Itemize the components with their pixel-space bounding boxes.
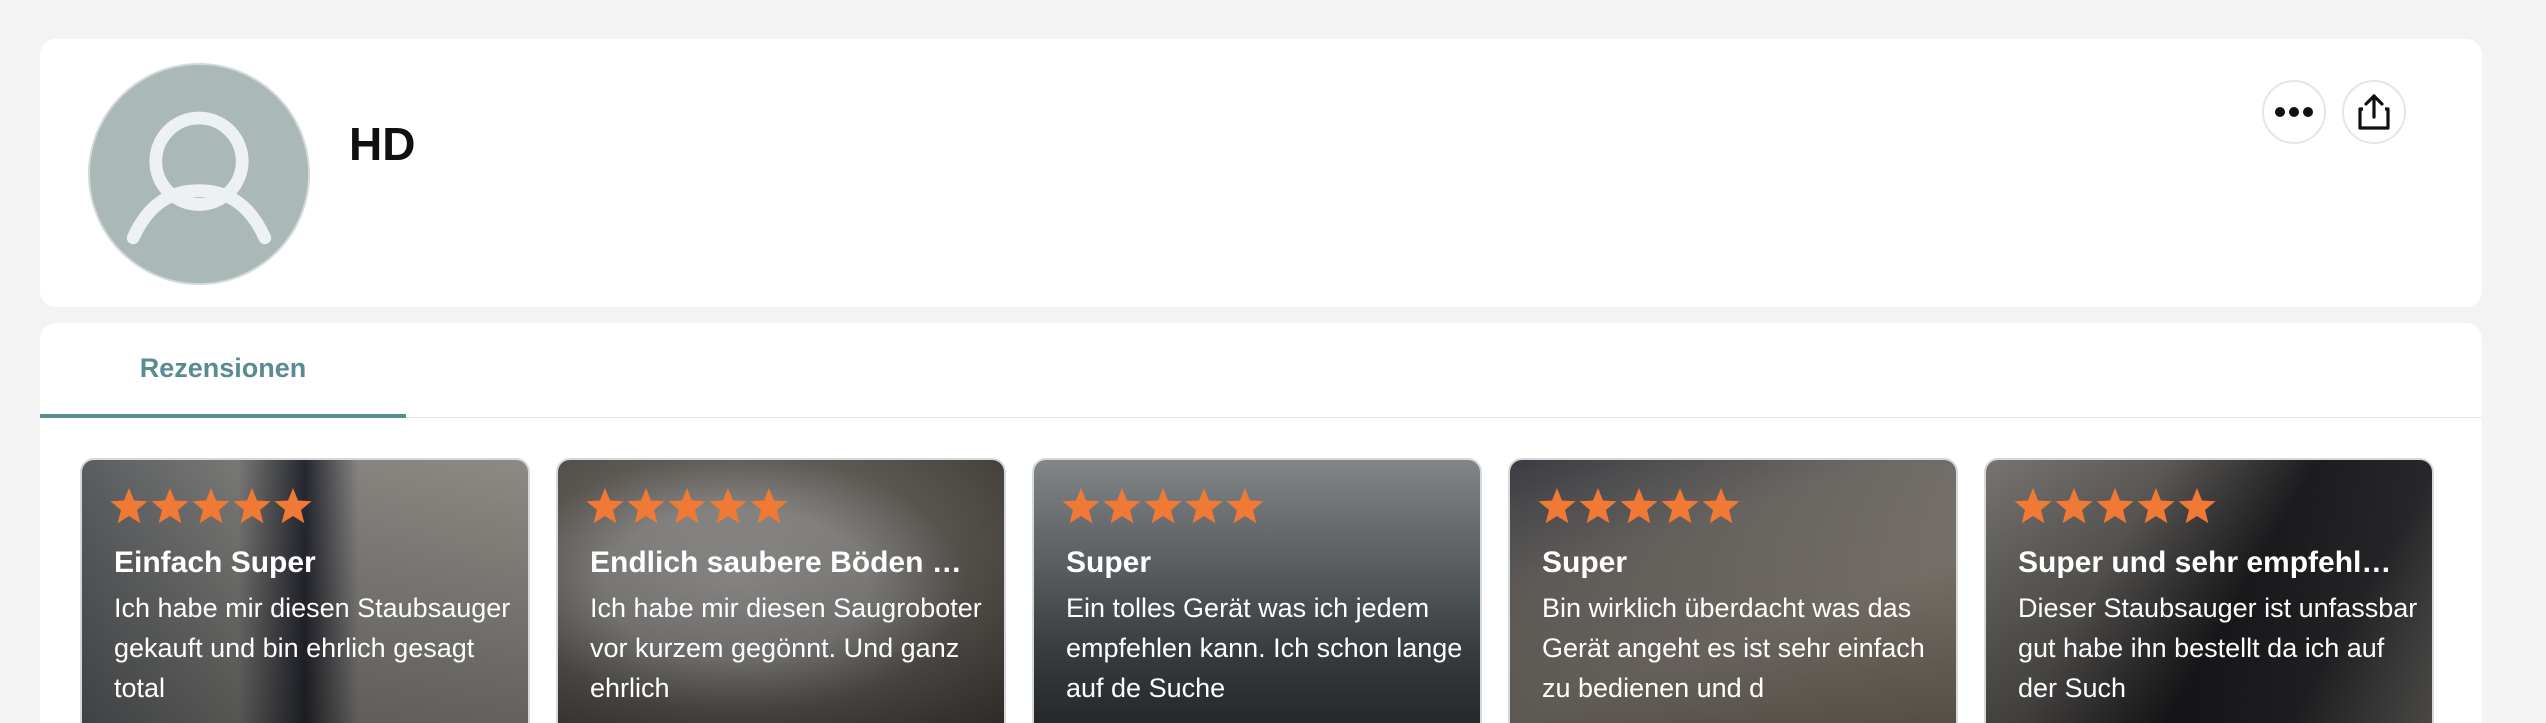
star-rating <box>1061 486 1265 526</box>
star-icon <box>1620 488 1658 524</box>
star-icon <box>2055 488 2093 524</box>
star-icon <box>274 488 312 524</box>
review-card[interactable]: Einfach Super Ich habe mir diesen Staubs… <box>80 458 530 723</box>
review-title: Super <box>1066 546 1152 579</box>
user-silhouette-icon <box>126 111 272 245</box>
star-rating <box>2013 486 2217 526</box>
star-icon <box>750 488 788 524</box>
profile-card: HD <box>40 39 2482 307</box>
star-icon <box>627 488 665 524</box>
star-icon <box>2137 488 2175 524</box>
review-body: Dieser Staubsauger ist unfassbar gut hab… <box>2018 593 2418 703</box>
star-icon <box>586 488 624 524</box>
review-title: Einfach Super <box>114 546 316 579</box>
star-icon <box>1579 488 1617 524</box>
tab-bar: Rezensionen <box>40 323 2482 418</box>
share-button[interactable] <box>2342 80 2406 144</box>
star-icon <box>1661 488 1699 524</box>
share-icon <box>2358 94 2390 130</box>
more-dots-icon <box>2275 107 2313 117</box>
star-icon <box>233 488 271 524</box>
profile-name: HD <box>349 118 416 170</box>
star-icon <box>1185 488 1223 524</box>
star-icon <box>2014 488 2052 524</box>
star-icon <box>1062 488 1100 524</box>
review-body: Ich habe mir diesen Saugroboter vor kurz… <box>590 593 982 703</box>
star-icon <box>1226 488 1264 524</box>
review-card[interactable]: Endlich saubere Böden … Ich habe mir die… <box>556 458 1006 723</box>
reviews-section: Rezensionen Einfach Super Ich habe mir d… <box>40 323 2482 723</box>
star-icon <box>709 488 747 524</box>
review-title: Super <box>1542 546 1628 579</box>
star-rating <box>109 486 313 526</box>
review-card[interactable]: Super und sehr empfehl… Dieser Staubsaug… <box>1984 458 2434 723</box>
star-icon <box>1702 488 1740 524</box>
star-icon <box>110 488 148 524</box>
review-title: Endlich saubere Böden … <box>590 546 962 579</box>
star-icon <box>1103 488 1141 524</box>
more-options-button[interactable] <box>2262 80 2326 144</box>
star-icon <box>668 488 706 524</box>
review-body: Ein tolles Gerät was ich jedem empfehlen… <box>1066 593 1463 703</box>
star-icon <box>2178 488 2216 524</box>
tab-reviews[interactable]: Rezensionen <box>40 323 406 418</box>
star-rating <box>1537 486 1741 526</box>
star-icon <box>2096 488 2134 524</box>
review-card[interactable]: Super Ein tolles Gerät was ich jedem emp… <box>1032 458 1482 723</box>
review-card[interactable]: Super Bin wirklich überdacht was das Ger… <box>1508 458 1958 723</box>
avatar <box>88 63 310 285</box>
tab-label: Rezensionen <box>139 353 307 383</box>
star-icon <box>1538 488 1576 524</box>
star-rating <box>585 486 789 526</box>
star-icon <box>151 488 189 524</box>
review-body: Ich habe mir diesen Staubsauger gekauft … <box>114 593 511 703</box>
star-icon <box>1144 488 1182 524</box>
star-icon <box>192 488 230 524</box>
review-title: Super und sehr empfehl… <box>2018 546 2392 579</box>
review-body: Bin wirklich überdacht was das Gerät ang… <box>1542 593 1925 703</box>
